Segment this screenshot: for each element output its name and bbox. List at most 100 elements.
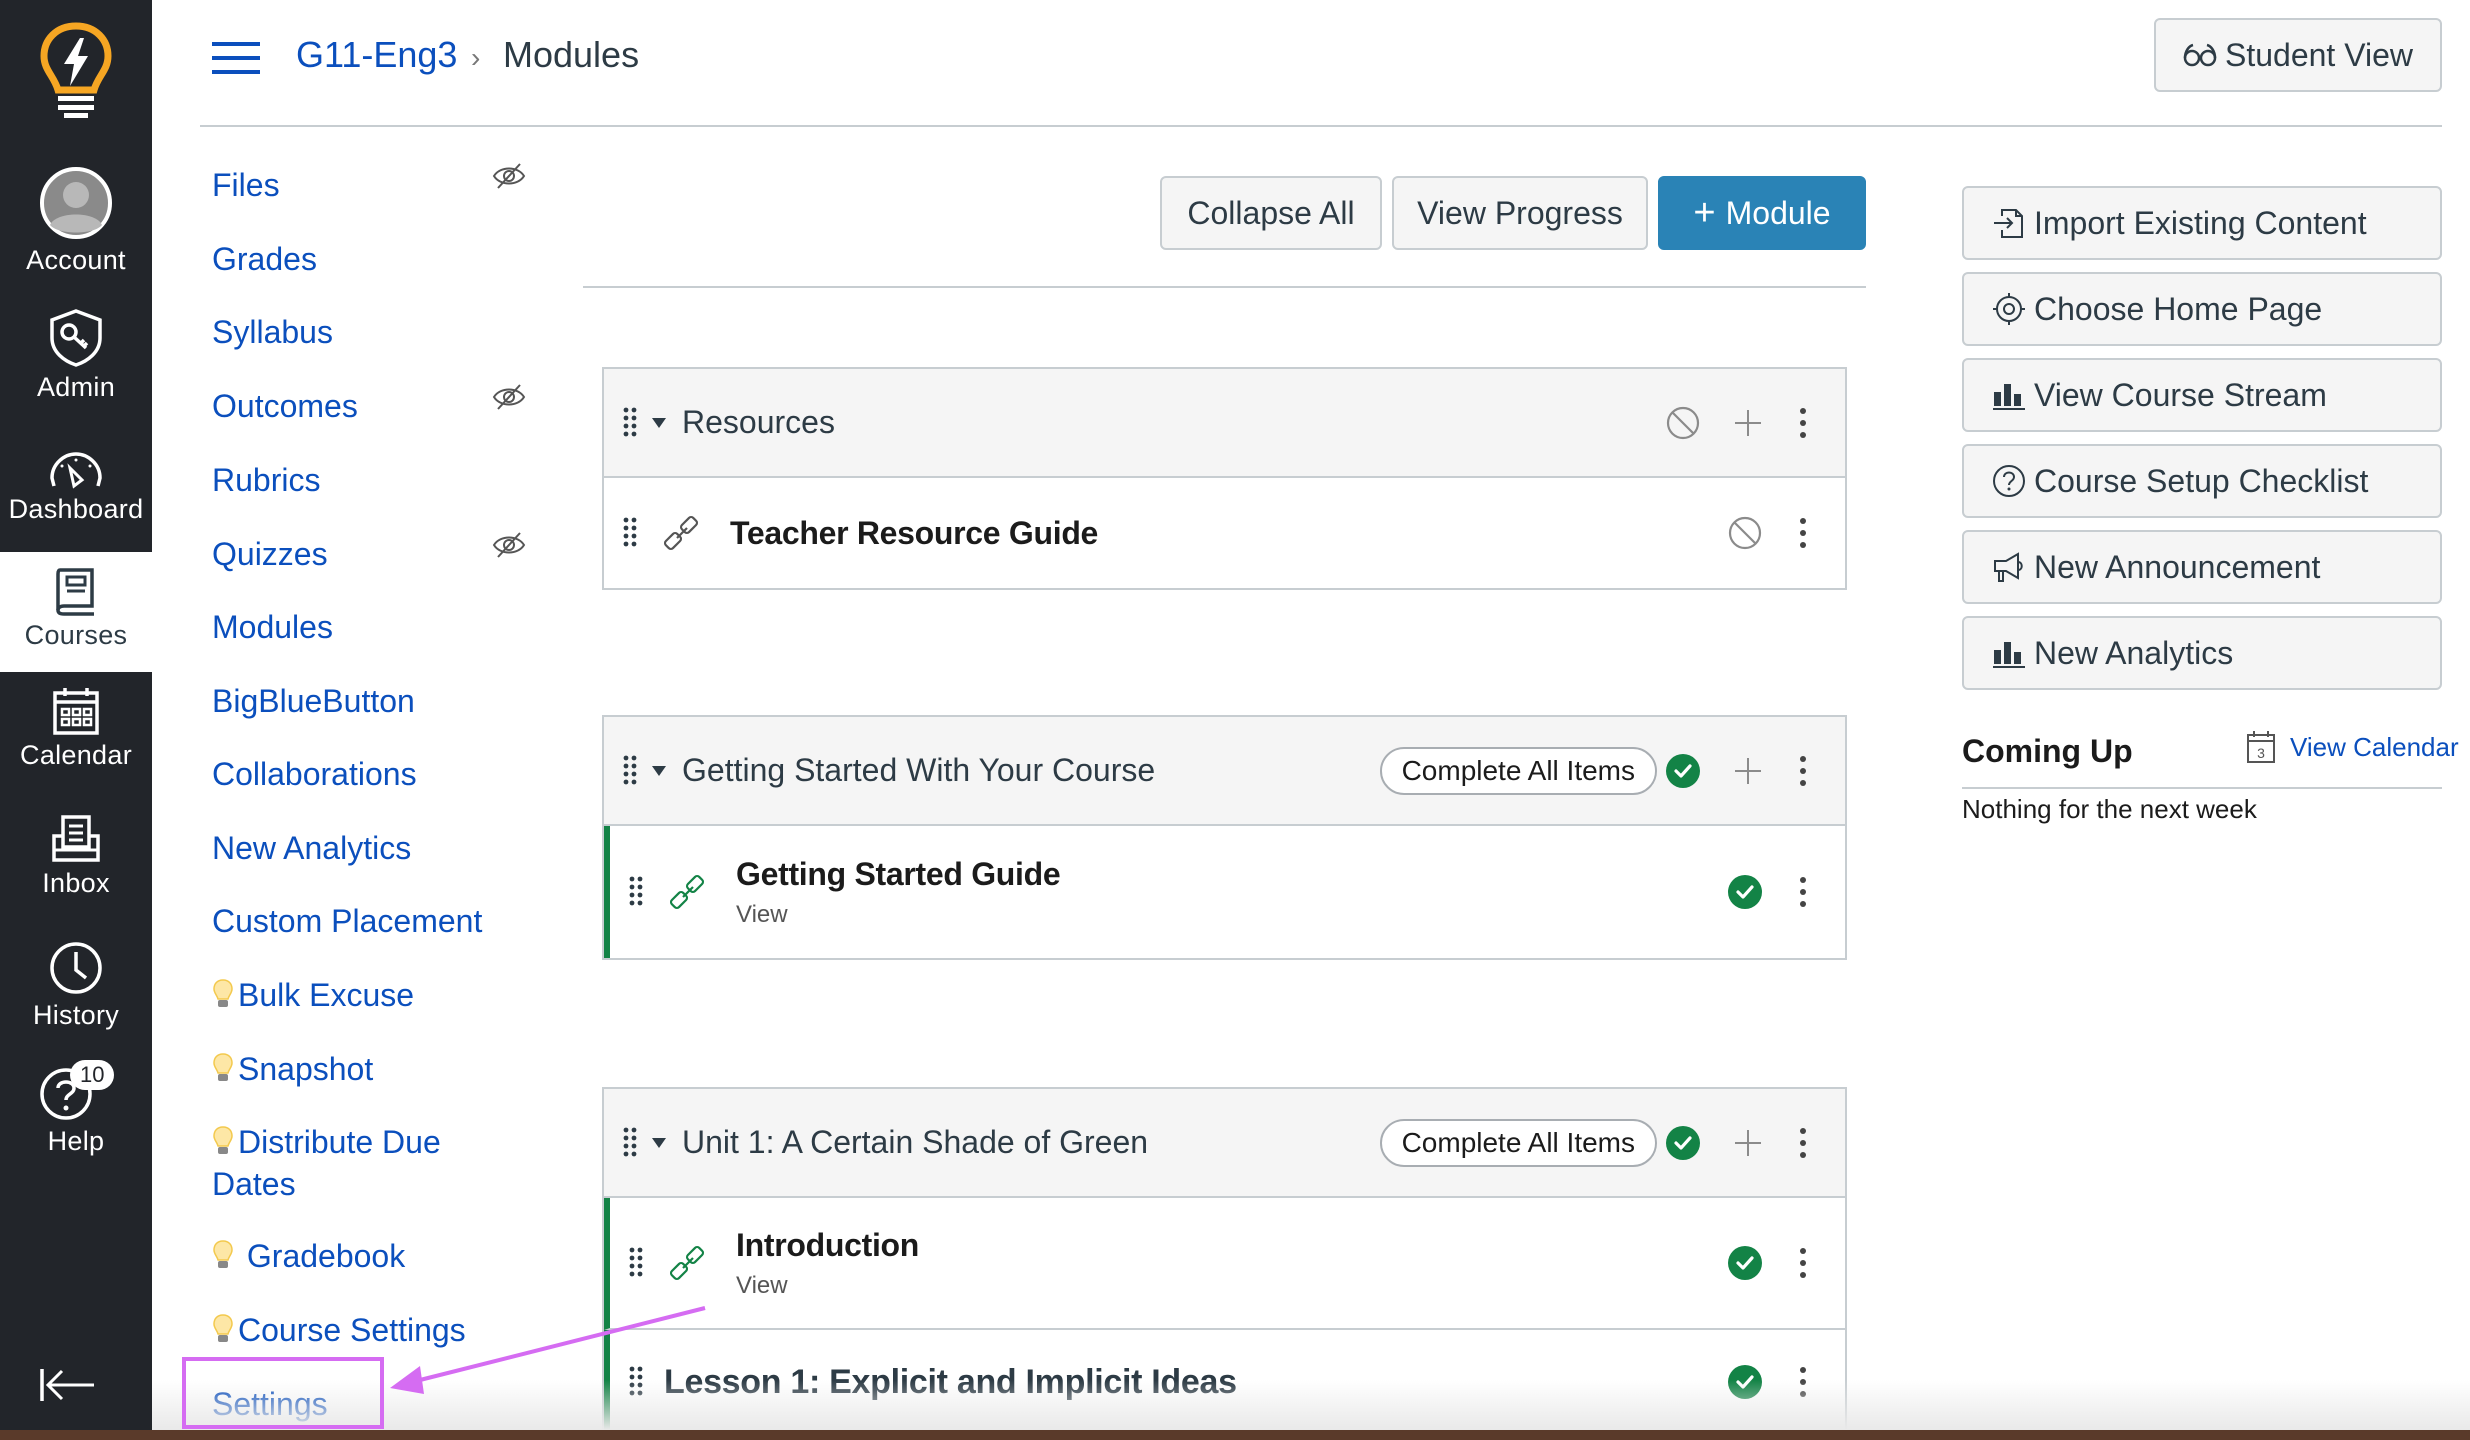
- view-progress-button[interactable]: View Progress: [1392, 176, 1648, 250]
- course-nav-gradebook[interactable]: Gradebook: [212, 1235, 405, 1277]
- new-announcement-button[interactable]: New Announcement: [1962, 530, 2442, 604]
- logo-lightbulb-icon[interactable]: [36, 20, 116, 120]
- course-nav-label: Gradebook: [246, 1238, 406, 1274]
- module-options-icon[interactable]: [1797, 1126, 1809, 1160]
- course-nav-label: Syllabus: [212, 314, 333, 350]
- course-nav-course-settings[interactable]: Course Settings: [212, 1309, 466, 1351]
- action-label: Choose Home Page: [2034, 290, 2323, 327]
- global-nav-courses[interactable]: Courses: [0, 552, 152, 672]
- module-item[interactable]: Teacher Resource Guide: [604, 478, 1845, 588]
- module-header[interactable]: Getting Started With Your Course Complet…: [604, 717, 1845, 826]
- coming-up-empty: Nothing for the next week: [1962, 794, 2257, 824]
- course-nav-outcomes[interactable]: Outcomes: [212, 385, 358, 427]
- course-nav-distribute-due[interactable]: Distribute Due Dates: [212, 1121, 441, 1205]
- add-item-icon[interactable]: [1733, 408, 1763, 438]
- course-setup-checklist-button[interactable]: Course Setup Checklist: [1962, 444, 2442, 518]
- choose-home-page-button[interactable]: Choose Home Page: [1962, 272, 2442, 346]
- module-unpublished-icon[interactable]: [1665, 405, 1701, 441]
- global-nav-history[interactable]: History: [0, 940, 152, 1031]
- collapse-nav-icon[interactable]: [38, 1365, 98, 1405]
- global-nav-account[interactable]: Account: [0, 165, 152, 276]
- module-options-icon[interactable]: [1797, 406, 1809, 440]
- drag-handle-icon[interactable]: [622, 406, 638, 440]
- external-link-icon: [670, 874, 705, 910]
- course-nav-grades[interactable]: Grades: [212, 238, 317, 280]
- drag-handle-icon[interactable]: [628, 875, 644, 909]
- drag-handle-icon[interactable]: [622, 754, 638, 788]
- item-published-icon[interactable]: [1727, 874, 1763, 910]
- course-nav-settings[interactable]: Settings: [212, 1383, 328, 1425]
- global-nav-inbox[interactable]: Inbox: [0, 814, 152, 899]
- item-published-icon[interactable]: [1727, 1364, 1763, 1400]
- item-options-icon[interactable]: [1797, 1246, 1809, 1280]
- collapse-caret-icon[interactable]: [652, 765, 666, 776]
- module-item-title[interactable]: Teacher Resource Guide: [730, 515, 1098, 552]
- collapse-caret-icon[interactable]: [652, 1137, 666, 1148]
- student-view-button[interactable]: Student View: [2154, 18, 2442, 92]
- course-nav-custom-placement[interactable]: Custom Placement: [212, 900, 482, 942]
- module-header[interactable]: Unit 1: A Certain Shade of Green Complet…: [604, 1089, 1845, 1198]
- view-course-stream-button[interactable]: View Course Stream: [1962, 358, 2442, 432]
- new-analytics-button[interactable]: New Analytics: [1962, 616, 2442, 690]
- import-icon: [1992, 206, 2026, 240]
- clock-icon: [50, 942, 102, 994]
- book-icon: [56, 568, 94, 616]
- module-item[interactable]: Lesson 1: Explicit and Implicit Ideas: [604, 1330, 1845, 1434]
- course-nav-files[interactable]: Files: [212, 164, 280, 206]
- global-nav-admin[interactable]: Admin: [0, 308, 152, 403]
- collapse-all-button[interactable]: Collapse All: [1160, 176, 1382, 250]
- coming-up-divider: [1962, 787, 2442, 789]
- module-header[interactable]: Resources: [604, 369, 1845, 478]
- course-nav-modules[interactable]: Modules: [212, 606, 333, 648]
- course-menu-toggle[interactable]: [212, 42, 260, 74]
- import-existing-content-button[interactable]: Import Existing Content: [1962, 186, 2442, 260]
- course-nav-bigbluebutton[interactable]: BigBlueButton: [212, 680, 415, 722]
- drag-handle-icon[interactable]: [628, 1365, 644, 1399]
- module-item-title[interactable]: Introduction: [736, 1227, 919, 1264]
- global-nav-label: History: [32, 1000, 120, 1030]
- global-nav: Account Admin Dashboard Courses Calendar…: [0, 0, 152, 1430]
- course-nav-rubrics[interactable]: Rubrics: [212, 459, 320, 501]
- module-item[interactable]: Introduction View: [604, 1198, 1845, 1330]
- global-nav-label: Courses: [24, 620, 128, 650]
- hidden-eye-icon: [492, 384, 526, 410]
- global-nav-label: Dashboard: [8, 494, 144, 524]
- module-published-icon[interactable]: [1665, 753, 1701, 789]
- toolbar-divider: [583, 286, 1866, 288]
- module-options-icon[interactable]: [1797, 754, 1809, 788]
- dashboard-gauge-icon: [50, 452, 102, 489]
- module-published-icon[interactable]: [1665, 1125, 1701, 1161]
- course-nav-collaborations[interactable]: Collaborations: [212, 753, 417, 795]
- breadcrumb-course[interactable]: G11-Eng3: [296, 34, 457, 76]
- glasses-icon: [2183, 43, 2217, 67]
- drag-handle-icon[interactable]: [628, 1246, 644, 1280]
- course-nav-syllabus[interactable]: Syllabus: [212, 311, 333, 353]
- view-calendar-label: View Calendar: [2290, 731, 2459, 762]
- drag-handle-icon[interactable]: [622, 516, 638, 550]
- lightbulb-icon: [213, 1240, 233, 1268]
- global-nav-dashboard[interactable]: Dashboard: [0, 450, 152, 525]
- item-options-icon[interactable]: [1797, 516, 1809, 550]
- module-item-title[interactable]: Lesson 1: Explicit and Implicit Ideas: [664, 1363, 1237, 1402]
- item-options-icon[interactable]: [1797, 1365, 1809, 1399]
- add-module-button[interactable]: + Module: [1658, 176, 1866, 250]
- add-item-icon[interactable]: [1733, 1128, 1763, 1158]
- module-item-title[interactable]: Getting Started Guide: [736, 856, 1061, 893]
- global-nav-calendar[interactable]: Calendar: [0, 686, 152, 771]
- module-item[interactable]: Getting Started Guide View: [604, 826, 1845, 958]
- global-nav-help[interactable]: 10 Help: [0, 1060, 152, 1157]
- item-unpublished-icon[interactable]: [1727, 515, 1763, 551]
- course-nav-bulk-excuse[interactable]: Bulk Excuse: [212, 974, 414, 1016]
- course-nav-label: Outcomes: [212, 388, 358, 424]
- view-calendar-link[interactable]: 3 View Calendar: [2246, 730, 2459, 764]
- course-nav-snapshot[interactable]: Snapshot: [212, 1048, 373, 1090]
- drag-handle-icon[interactable]: [622, 1126, 638, 1160]
- course-nav-quizzes[interactable]: Quizzes: [212, 533, 328, 575]
- hidden-eye-icon: [492, 532, 526, 558]
- module-item-requirement: View: [736, 1271, 788, 1299]
- course-nav-new-analytics[interactable]: New Analytics: [212, 827, 411, 869]
- collapse-caret-icon[interactable]: [652, 417, 666, 428]
- item-options-icon[interactable]: [1797, 875, 1809, 909]
- add-item-icon[interactable]: [1733, 756, 1763, 786]
- item-published-icon[interactable]: [1727, 1245, 1763, 1281]
